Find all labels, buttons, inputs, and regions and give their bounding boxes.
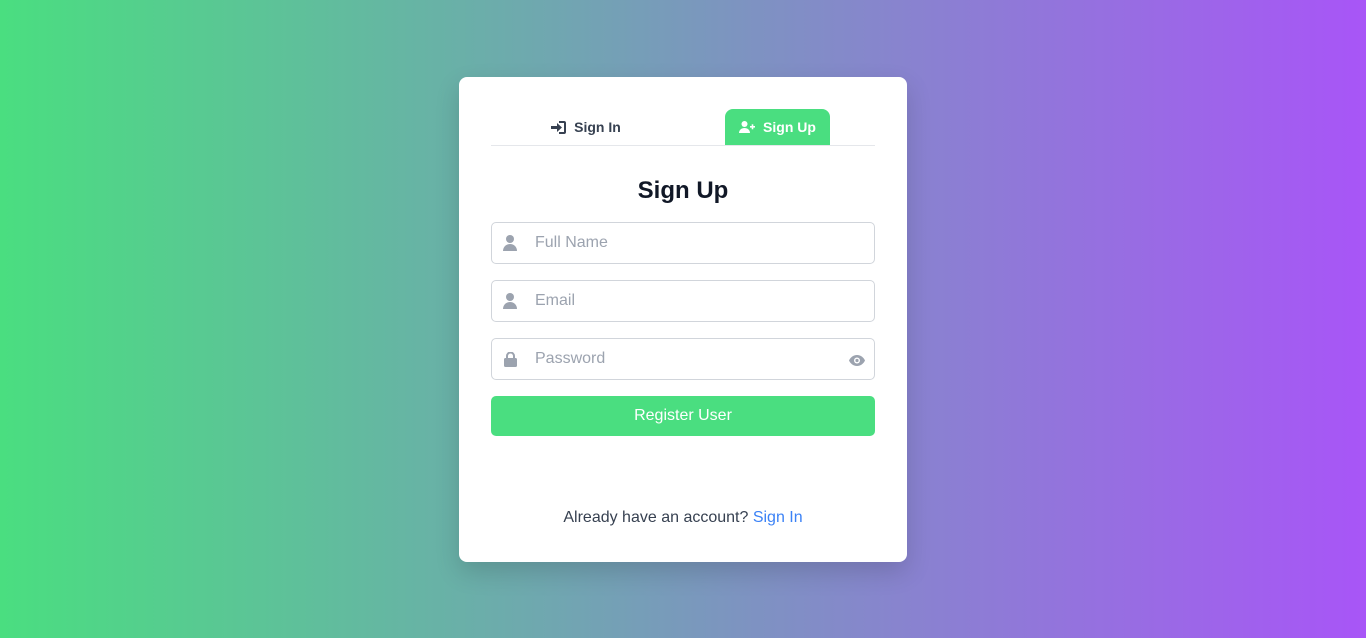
email-field [491,280,875,322]
password-field [491,338,875,380]
lock-icon [502,351,518,367]
user-plus-icon [739,121,756,133]
tab-sign-up[interactable]: Sign Up [725,109,830,145]
password-input[interactable] [492,339,874,379]
eye-icon[interactable] [848,352,866,368]
fullname-input[interactable] [492,223,874,263]
user-icon [502,235,518,251]
tab-sign-in[interactable]: Sign In [541,109,631,145]
sign-in-icon [551,120,567,134]
tab-sign-up-label: Sign Up [763,119,816,135]
sign-in-link[interactable]: Sign In [753,509,803,526]
auth-card: Sign In Sign Up Sign Up Full Name Email … [459,77,907,562]
fullname-field [491,222,875,264]
user-icon [502,293,518,309]
footer-prompt-text: Already have an account? [563,509,749,526]
tab-sign-in-label: Sign In [574,119,621,135]
auth-tabs: Sign In Sign Up [491,109,875,146]
footer-prompt: Already have an account? Sign In [459,509,907,527]
form-title: Sign Up [637,177,729,204]
email-input[interactable] [492,281,874,321]
register-button[interactable]: Register User [491,396,875,436]
